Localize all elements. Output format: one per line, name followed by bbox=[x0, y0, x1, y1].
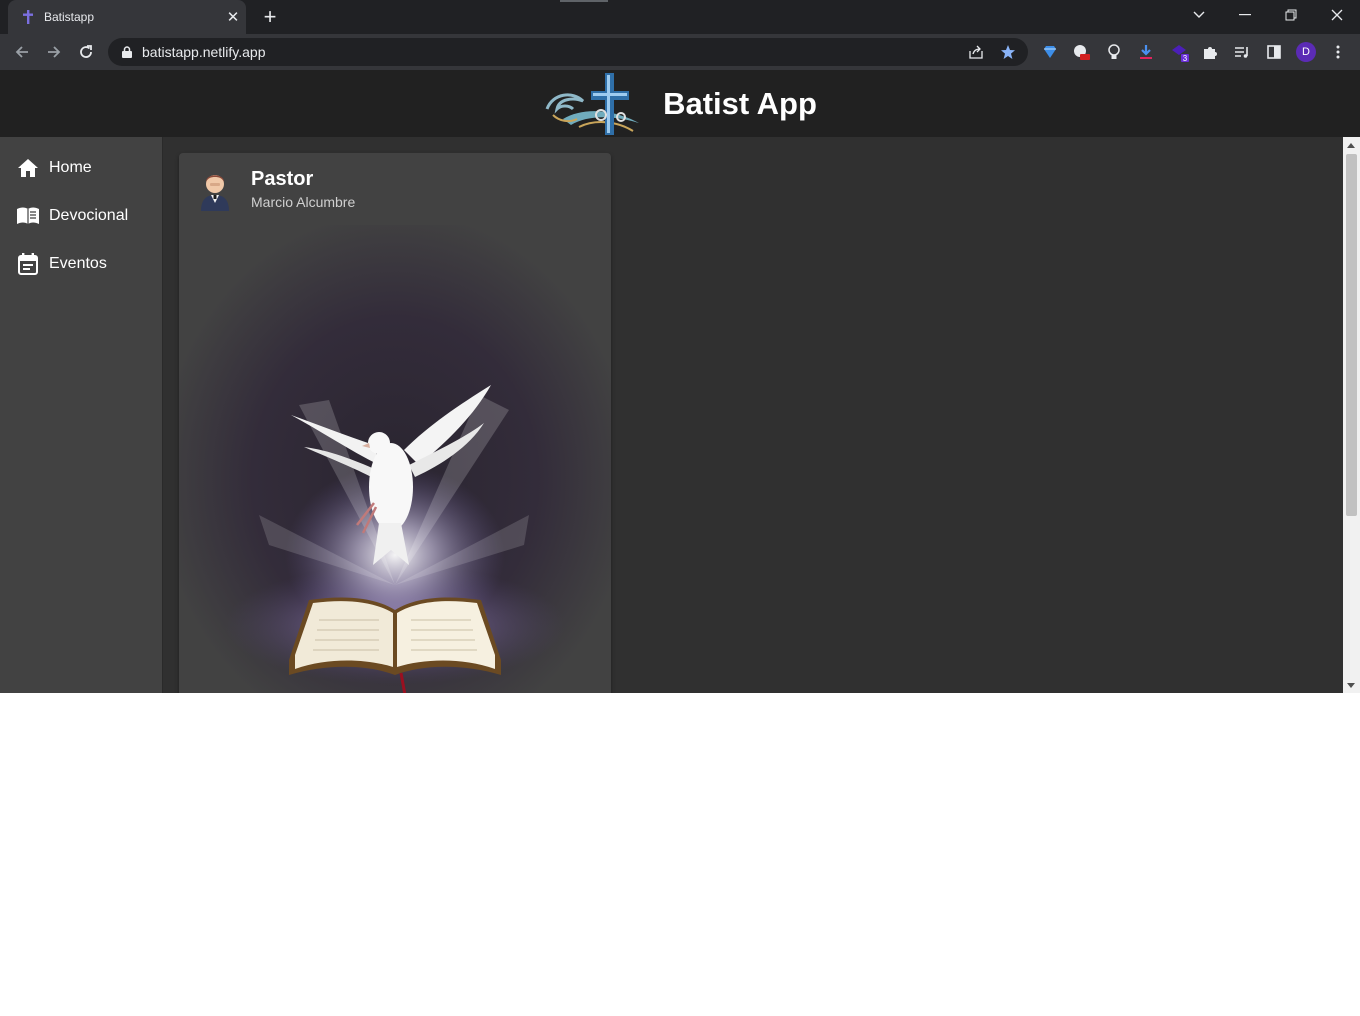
cross-logo-icon bbox=[545, 72, 640, 135]
ext-badge-count: 3 bbox=[1183, 54, 1188, 62]
pastor-card[interactable]: Pastor Marcio Alcumbre bbox=[179, 153, 611, 693]
new-tab-button[interactable]: + bbox=[258, 5, 282, 29]
url-text[interactable]: batistapp.netlify.app bbox=[142, 44, 964, 60]
back-arrow-icon[interactable] bbox=[10, 40, 34, 64]
card-title: Pastor bbox=[251, 168, 314, 190]
address-bar[interactable]: batistapp.netlify.app bbox=[108, 38, 1028, 66]
profile-avatar[interactable]: D bbox=[1296, 42, 1316, 62]
pastor-avatar bbox=[201, 175, 229, 211]
scroll-down-arrow-icon[interactable] bbox=[1347, 683, 1355, 688]
browser-toolbar: batistapp.netlify.app 3 D bbox=[0, 34, 1360, 70]
side-panel-icon[interactable] bbox=[1264, 42, 1284, 62]
page-scrollbar[interactable] bbox=[1343, 137, 1360, 693]
sidebar-item-eventos[interactable]: Eventos bbox=[0, 244, 162, 284]
browser-tab[interactable]: Batistapp ✕ bbox=[8, 0, 246, 34]
sidebar-item-devocional[interactable]: Devocional bbox=[0, 196, 162, 236]
tab-title: Batistapp bbox=[44, 10, 95, 24]
tab-search-button[interactable] bbox=[1176, 0, 1222, 30]
minimize-button[interactable] bbox=[1222, 0, 1268, 30]
home-icon bbox=[16, 156, 40, 180]
dove-bible-image bbox=[179, 225, 611, 693]
app-bar: Batist App bbox=[0, 70, 1360, 137]
purple-extension-icon[interactable]: 3 bbox=[1170, 42, 1190, 62]
reading-list-icon[interactable] bbox=[1232, 42, 1252, 62]
diamond-extension-icon[interactable] bbox=[1040, 42, 1060, 62]
book-icon bbox=[16, 204, 40, 228]
card-subtitle: Marcio Alcumbre bbox=[251, 194, 356, 210]
bookmark-star-icon[interactable] bbox=[996, 40, 1020, 64]
reload-icon[interactable] bbox=[74, 40, 98, 64]
sidebar-item-home[interactable]: Home bbox=[0, 148, 162, 188]
cross-favicon-icon bbox=[20, 9, 36, 25]
cloud-extension-icon[interactable] bbox=[1072, 42, 1092, 62]
drag-handle bbox=[560, 0, 608, 2]
restore-button[interactable] bbox=[1268, 0, 1314, 30]
lightbulb-extension-icon[interactable] bbox=[1104, 42, 1124, 62]
app-title: Batist App bbox=[663, 85, 817, 121]
sidebar-nav: Home Devocional Eventos bbox=[0, 137, 163, 693]
card-header: Pastor Marcio Alcumbre bbox=[179, 153, 611, 225]
window-close-button[interactable] bbox=[1314, 0, 1360, 30]
page-viewport: Batist App Home Devocional Eventos Pasto… bbox=[0, 70, 1360, 693]
puzzle-extensions-icon[interactable] bbox=[1200, 42, 1220, 62]
forward-arrow-icon[interactable] bbox=[42, 40, 66, 64]
sidebar-item-label: Eventos bbox=[49, 255, 107, 272]
download-extension-icon[interactable] bbox=[1136, 42, 1156, 62]
tab-close-icon[interactable]: ✕ bbox=[220, 8, 246, 26]
sidebar-item-label: Devocional bbox=[49, 207, 129, 224]
scrollbar-thumb[interactable] bbox=[1346, 154, 1357, 516]
main-content: Pastor Marcio Alcumbre bbox=[163, 137, 1343, 693]
share-icon[interactable] bbox=[964, 40, 988, 64]
lock-icon[interactable] bbox=[120, 45, 134, 59]
sidebar-item-label: Home bbox=[49, 159, 92, 176]
scroll-up-arrow-icon[interactable] bbox=[1347, 143, 1355, 148]
browser-tabstrip: Batistapp ✕ + bbox=[0, 0, 1360, 34]
menu-dots-icon[interactable] bbox=[1328, 42, 1348, 62]
event-note-icon bbox=[16, 252, 40, 276]
